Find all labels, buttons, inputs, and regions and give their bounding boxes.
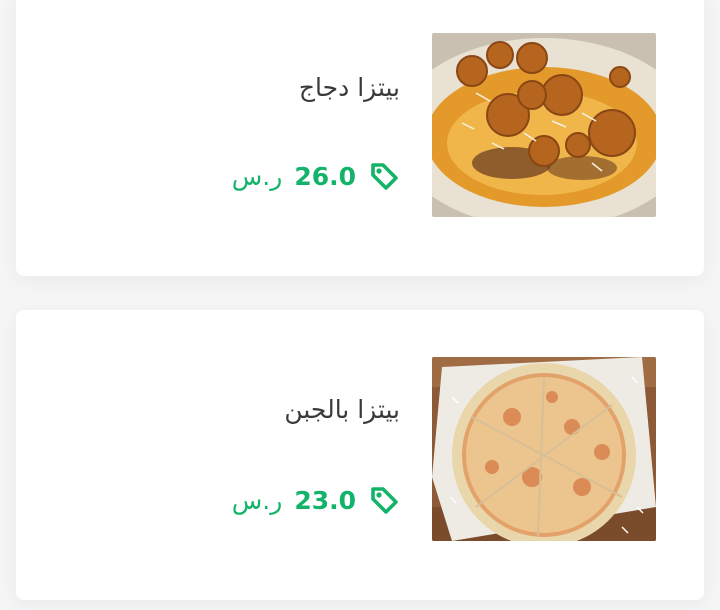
price-value: 23.0 [294, 485, 356, 515]
price-row: 26.0 ر.س [232, 156, 400, 196]
price-row: 23.0 ر.س [232, 480, 400, 520]
menu-item-image[interactable] [432, 33, 656, 217]
price-tag-icon [371, 487, 398, 514]
menu-item-name: بيتزا دجاج [298, 73, 400, 102]
menu-item-image[interactable] [432, 357, 656, 541]
chicken-pizza-photo [432, 33, 656, 217]
currency-label: ر.س [231, 161, 283, 191]
price-value: 26.0 [294, 161, 356, 191]
cheese-pizza-photo [432, 357, 656, 541]
menu-item-card[interactable]: بيتزا بالجبن 23.0 ر.س [16, 310, 704, 600]
menu-item-name: بيتزا بالجبن [284, 395, 400, 424]
price-tag-icon [371, 163, 398, 190]
currency-label: ر.س [231, 485, 283, 515]
menu-item-card[interactable]: بيتزا دجاج 26.0 ر.س [16, 0, 704, 276]
